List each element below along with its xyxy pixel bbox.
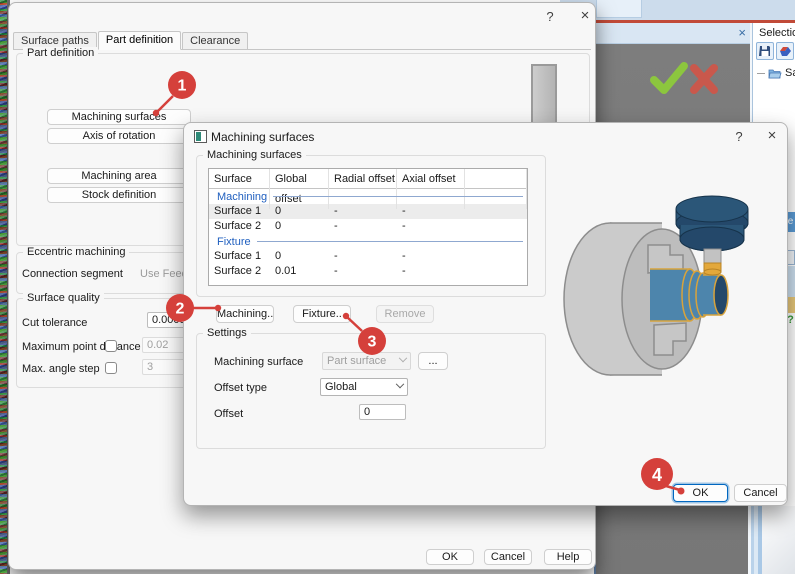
folder-open-icon [768,68,782,79]
max-point-distance-label: Maximum point distance [22,341,141,353]
selections-panel-title: Selections [759,27,795,39]
offset-type-label: Offset type [214,382,267,394]
part-3d [650,269,728,321]
selections-toolbar [756,42,794,60]
machining-button[interactable]: Machining.. [216,305,274,323]
cancel-button[interactable]: Cancel [734,484,787,502]
cut-tolerance-label: Cut tolerance [22,317,87,329]
eccentric-machining-group-label: Eccentric machining [23,246,129,258]
selections-tree-item[interactable]: Sa [757,67,795,79]
column-axial-offset[interactable]: Axial offset [397,169,465,209]
settings-group-label: Settings [203,327,251,339]
machining-surface-select[interactable]: Part surface [322,352,411,370]
ok-button[interactable]: OK [426,549,474,565]
surfaces-table: Surface Global offset Radial offset Axia… [208,168,528,286]
table-row[interactable]: Surface 2 0 - - [209,219,527,234]
table-row[interactable]: Surface 1 0 - - [209,204,527,219]
main-window-tab[interactable] [596,0,642,18]
axis-of-rotation-button[interactable]: Axis of rotation [47,128,191,144]
background-3d-view-strip [0,0,7,574]
tab-clearance[interactable]: Clearance [182,32,248,49]
offset-input[interactable] [359,404,406,420]
close-icon[interactable]: × [577,7,593,24]
cancel-icon[interactable] [694,68,714,90]
part-definition-group-label: Part definition [23,47,98,59]
ok-button[interactable]: OK [673,484,728,502]
table-row[interactable]: Surface 1 0 - - [209,249,527,264]
close-icon[interactable]: × [764,127,780,144]
chevron-down-icon [399,354,407,362]
connection-segment-label: Connection segment [22,268,123,280]
stock-preview [531,64,557,128]
machining-surfaces-dialog: Machining surfaces ? × Machining surface… [183,122,788,506]
scrollbar[interactable] [748,506,762,574]
fixture-button[interactable]: Fixture.. [293,305,351,323]
panel-close-icon[interactable]: × [738,25,746,40]
table-header-row: Surface Global offset Radial offset Axia… [209,169,527,189]
machining-area-button[interactable]: Machining area [47,168,191,184]
max-angle-step-label: Max. angle step [22,363,100,375]
help-icon[interactable]: ? [542,9,558,24]
tree-item-label: Sa [785,67,795,79]
stock-definition-button[interactable]: Stock definition [47,187,191,203]
column-global-offset[interactable]: Global offset [270,169,329,209]
machining-surfaces-group-label: Machining surfaces [203,149,306,161]
eraser-icon[interactable] [776,42,794,60]
max-angle-step-checkbox[interactable] [105,362,117,374]
machining-surface-label: Machining surface [214,356,303,368]
cancel-button[interactable]: Cancel [484,549,532,565]
tool-shank-3d [704,249,721,275]
machining-surfaces-button[interactable]: Machining surfaces [47,109,191,125]
settings-group: Settings Machining surface Part surface … [196,333,546,449]
save-icon[interactable] [756,42,774,60]
chevron-down-icon [396,380,404,388]
tab-bar: Surface paths Part definition Clearance [13,31,591,50]
remove-button[interactable]: Remove [376,305,434,323]
offset-label: Offset [214,408,243,420]
offset-type-select[interactable]: Global [320,378,408,396]
tool-3d [676,196,748,251]
background-corner [762,506,795,574]
column-radial-offset[interactable]: Radial offset [329,169,397,209]
machining-preview-3d [552,159,784,479]
column-surface[interactable]: Surface [209,169,270,209]
help-icon[interactable]: ? [731,129,747,144]
dialog-icon [194,130,207,143]
viewport-panel-header: × [588,23,752,44]
browse-button[interactable]: ... [418,352,448,370]
group-row-fixture: Fixture [209,234,527,249]
max-point-distance-checkbox[interactable] [105,340,117,352]
table-row[interactable]: Surface 2 0.01 - - [209,264,527,279]
confirm-icon[interactable] [654,66,684,90]
surface-quality-group-label: Surface quality [23,292,104,304]
dialog-title: Machining surfaces [211,130,314,144]
tree-connector [757,73,765,74]
help-button[interactable]: Help [544,549,592,565]
tab-part-definition[interactable]: Part definition [98,31,181,50]
